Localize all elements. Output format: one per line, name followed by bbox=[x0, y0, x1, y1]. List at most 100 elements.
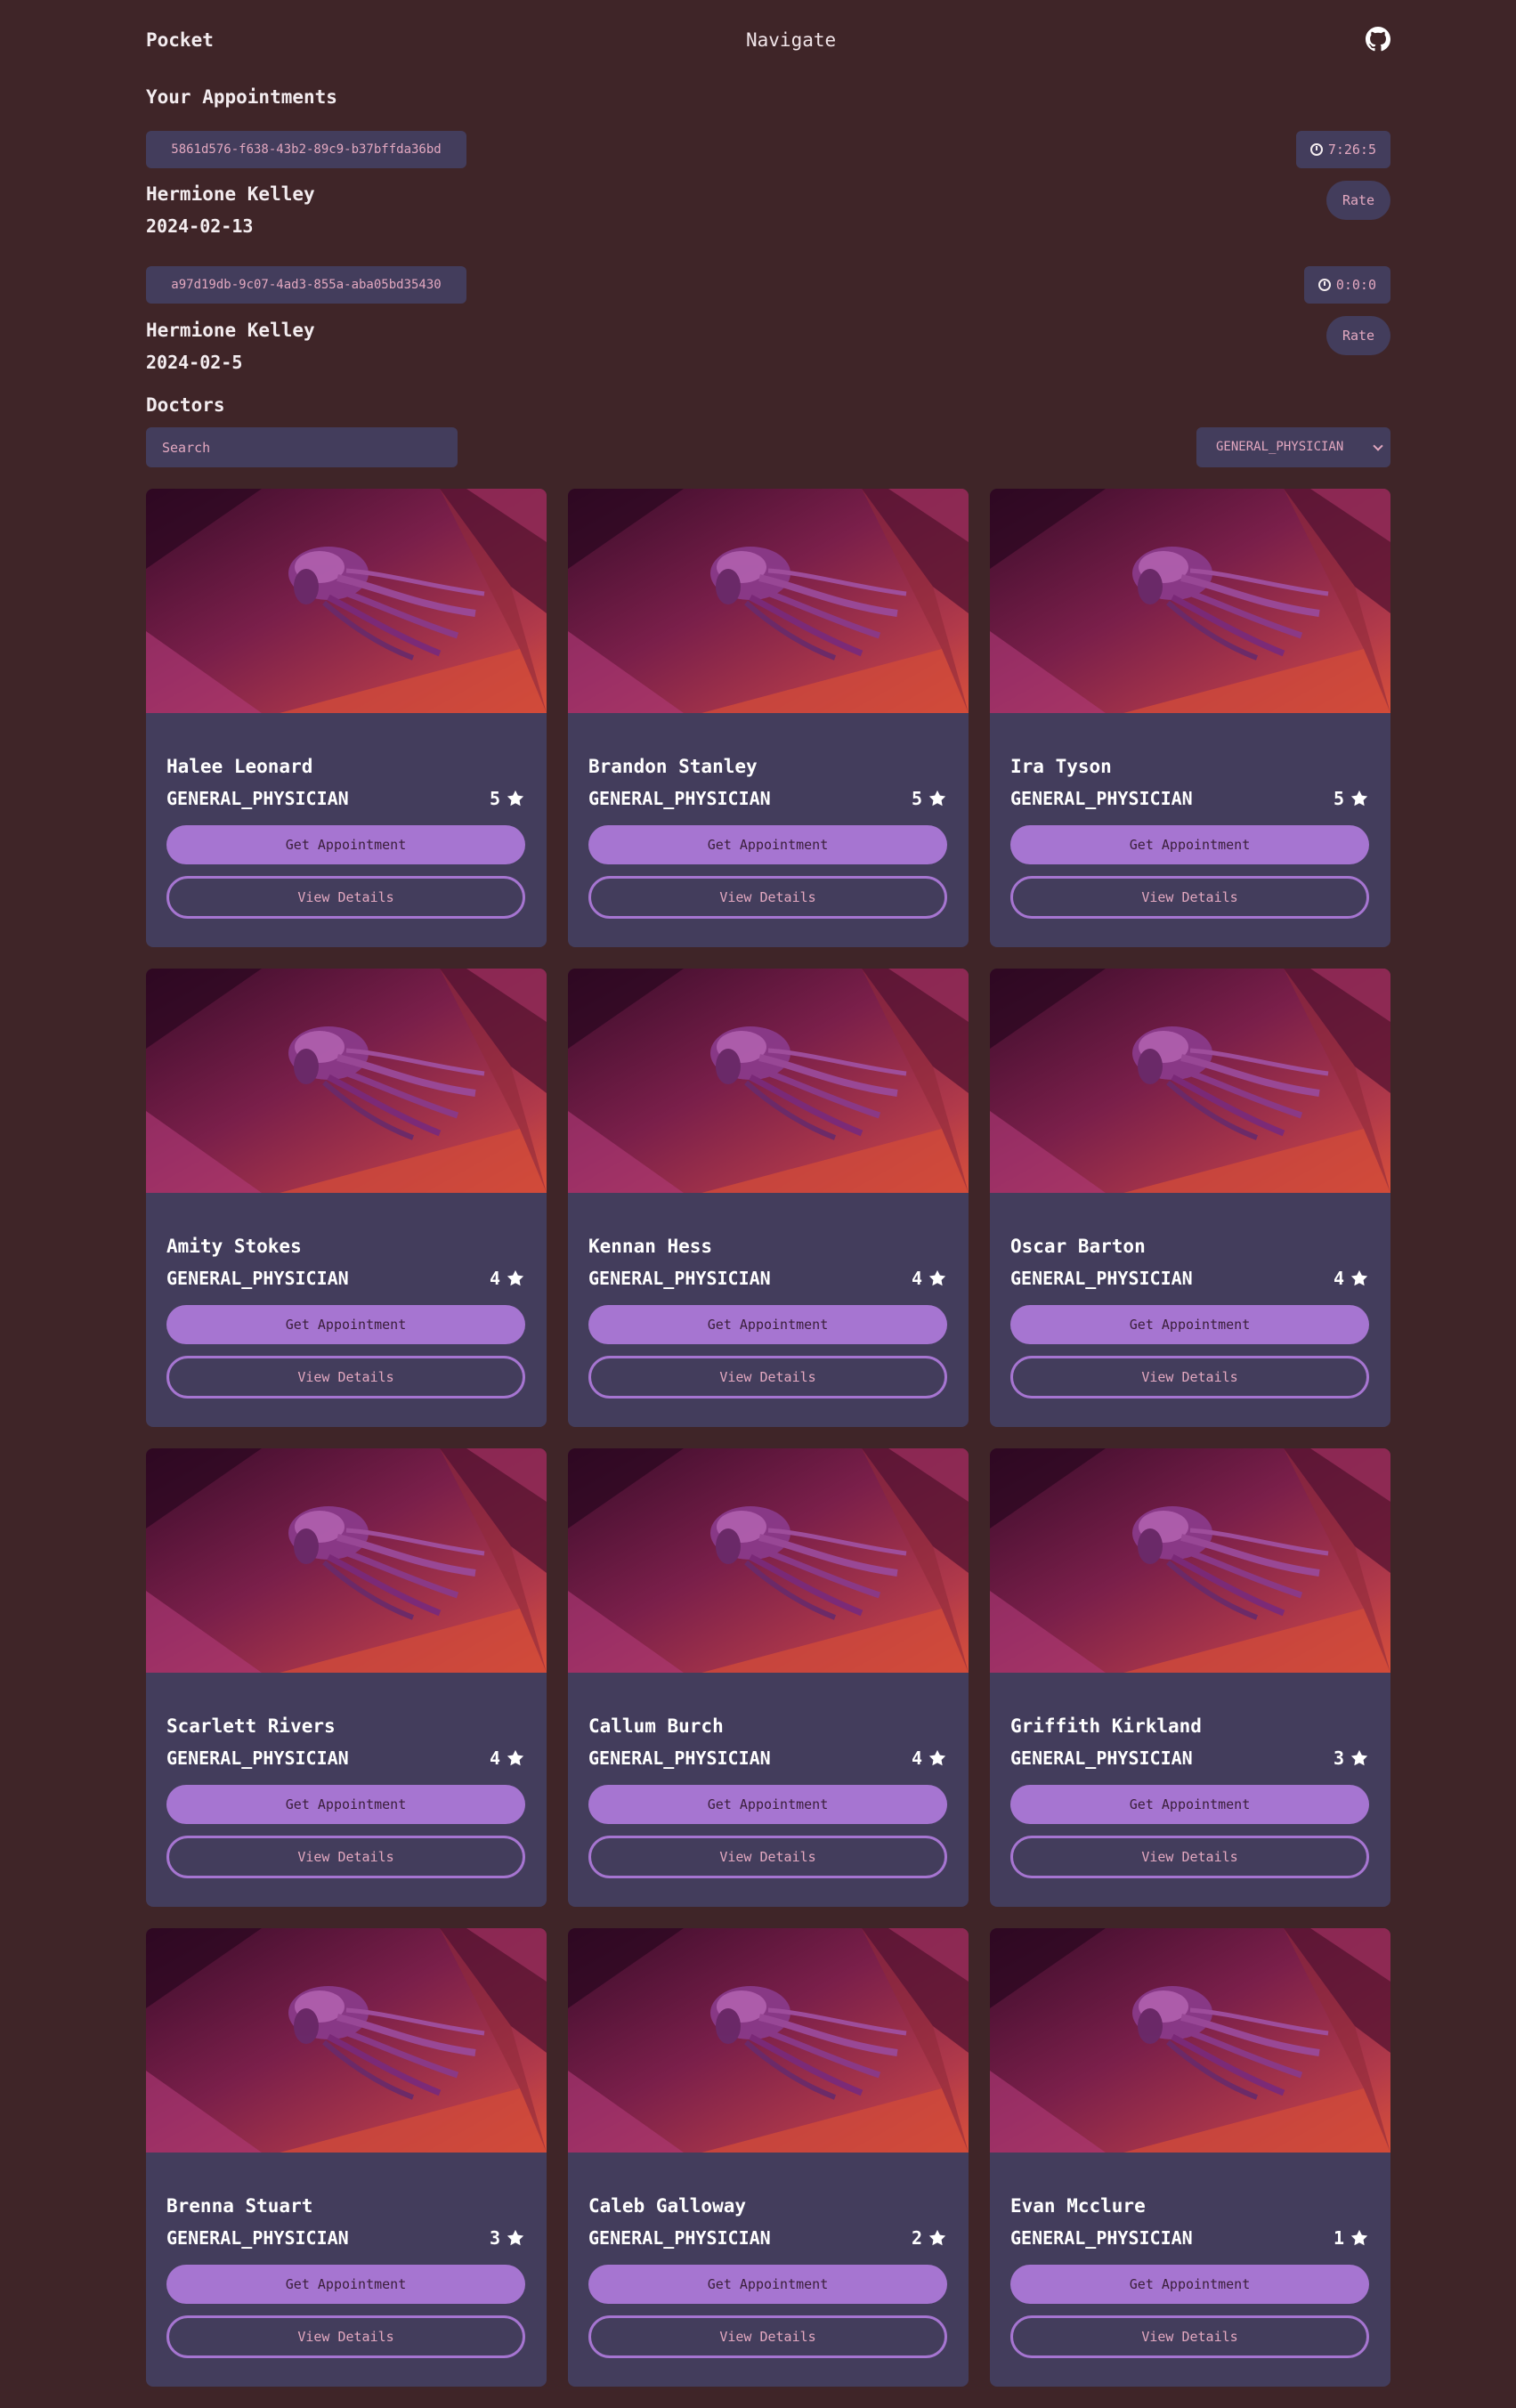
jellyfish-wallpaper bbox=[146, 489, 547, 713]
get-appointment-button[interactable]: Get Appointment bbox=[588, 825, 947, 864]
navbar: Pocket Navigate bbox=[146, 27, 1390, 53]
get-appointment-button[interactable]: Get Appointment bbox=[166, 1305, 525, 1344]
doctor-specialty: GENERAL_PHYSICIAN bbox=[588, 1268, 771, 1289]
star-icon bbox=[1350, 790, 1368, 807]
chevron-down-icon bbox=[1373, 441, 1383, 451]
doctor-card: Oscar Barton GENERAL_PHYSICIAN 4 Get App… bbox=[990, 969, 1390, 1427]
view-details-button[interactable]: View Details bbox=[1010, 2315, 1369, 2358]
doctor-name: Griffith Kirkland bbox=[1010, 1715, 1202, 1737]
jellyfish-wallpaper bbox=[990, 1928, 1390, 2153]
view-details-button[interactable]: View Details bbox=[166, 1836, 525, 1878]
specialty-select-value: GENERAL_PHYSICIAN bbox=[1216, 440, 1344, 454]
doctor-rating: 5 bbox=[912, 788, 947, 809]
get-appointment-button[interactable]: Get Appointment bbox=[166, 1785, 525, 1824]
jellyfish-wallpaper bbox=[990, 489, 1390, 713]
appointment-doctor-name: Hermione Kelley bbox=[146, 183, 315, 205]
doctor-specialty: GENERAL_PHYSICIAN bbox=[166, 1747, 349, 1769]
doctor-card: Kennan Hess GENERAL_PHYSICIAN 4 Get Appo… bbox=[568, 969, 969, 1427]
appointments-title: Your Appointments bbox=[146, 86, 337, 108]
doctor-name: Scarlett Rivers bbox=[166, 1715, 336, 1737]
doctor-rating: 4 bbox=[1334, 1268, 1369, 1289]
view-details-button[interactable]: View Details bbox=[166, 876, 525, 919]
doctor-specialty: GENERAL_PHYSICIAN bbox=[166, 788, 349, 809]
get-appointment-button[interactable]: Get Appointment bbox=[1010, 825, 1369, 864]
view-details-button[interactable]: View Details bbox=[1010, 1836, 1369, 1878]
doctor-specialty: GENERAL_PHYSICIAN bbox=[1010, 2227, 1193, 2249]
jellyfish-wallpaper bbox=[568, 1448, 969, 1673]
doctors-title: Doctors bbox=[146, 394, 225, 416]
get-appointment-button[interactable]: Get Appointment bbox=[166, 2265, 525, 2304]
doctor-rating-value: 5 bbox=[911, 788, 922, 809]
star-icon bbox=[928, 2229, 946, 2246]
doctor-name: Oscar Barton bbox=[1010, 1236, 1146, 1257]
doctor-name: Ira Tyson bbox=[1010, 756, 1112, 777]
star-icon bbox=[1350, 2229, 1368, 2246]
view-details-button[interactable]: View Details bbox=[166, 2315, 525, 2358]
get-appointment-button[interactable]: Get Appointment bbox=[588, 1305, 947, 1344]
view-details-button[interactable]: View Details bbox=[1010, 1356, 1369, 1399]
appointment-date: 2024-02-5 bbox=[146, 352, 243, 373]
doctor-rating: 5 bbox=[490, 788, 525, 809]
rate-button[interactable]: Rate bbox=[1326, 316, 1390, 355]
doctor-rating: 1 bbox=[1334, 2227, 1369, 2249]
doctor-card: Brandon Stanley GENERAL_PHYSICIAN 5 Get … bbox=[568, 489, 969, 947]
doctor-name: Brandon Stanley bbox=[588, 756, 758, 777]
get-appointment-button[interactable]: Get Appointment bbox=[166, 825, 525, 864]
clock-icon bbox=[1309, 143, 1323, 156]
doctor-rating-value: 4 bbox=[489, 1747, 500, 1769]
doctor-specialty: GENERAL_PHYSICIAN bbox=[588, 2227, 771, 2249]
doctor-card: Evan Mcclure GENERAL_PHYSICIAN 1 Get App… bbox=[990, 1928, 1390, 2387]
star-icon bbox=[928, 1749, 946, 1766]
view-details-button[interactable]: View Details bbox=[588, 1356, 947, 1399]
doctor-specialty: GENERAL_PHYSICIAN bbox=[1010, 788, 1193, 809]
jellyfish-wallpaper bbox=[990, 969, 1390, 1193]
appointment-id-badge: 5861d576-f638-43b2-89c9-b37bffda36bd bbox=[146, 131, 466, 168]
jellyfish-wallpaper bbox=[146, 1448, 547, 1673]
doctor-card: Scarlett Rivers GENERAL_PHYSICIAN 4 Get … bbox=[146, 1448, 547, 1907]
appointment-doctor-name: Hermione Kelley bbox=[146, 320, 315, 341]
jellyfish-wallpaper bbox=[568, 1928, 969, 2153]
doctor-name: Caleb Galloway bbox=[588, 2195, 747, 2217]
view-details-button[interactable]: View Details bbox=[1010, 876, 1369, 919]
view-details-button[interactable]: View Details bbox=[588, 1836, 947, 1878]
doctor-rating-value: 4 bbox=[911, 1268, 922, 1289]
doctor-specialty: GENERAL_PHYSICIAN bbox=[1010, 1268, 1193, 1289]
navigate-menu[interactable]: Navigate bbox=[746, 27, 836, 53]
doctor-rating-value: 4 bbox=[1333, 1268, 1344, 1289]
doctor-rating-value: 4 bbox=[489, 1268, 500, 1289]
search-input[interactable] bbox=[146, 427, 458, 467]
get-appointment-button[interactable]: Get Appointment bbox=[1010, 1785, 1369, 1824]
star-icon bbox=[507, 1749, 524, 1766]
star-icon bbox=[507, 1269, 524, 1286]
get-appointment-button[interactable]: Get Appointment bbox=[588, 1785, 947, 1824]
doctor-specialty: GENERAL_PHYSICIAN bbox=[166, 2227, 349, 2249]
specialty-select[interactable]: GENERAL_PHYSICIAN bbox=[1196, 427, 1390, 467]
jellyfish-wallpaper bbox=[146, 1928, 547, 2153]
doctor-specialty: GENERAL_PHYSICIAN bbox=[588, 788, 771, 809]
doctor-rating: 4 bbox=[490, 1268, 525, 1289]
appointment-date: 2024-02-13 bbox=[146, 215, 254, 237]
doctor-specialty: GENERAL_PHYSICIAN bbox=[588, 1747, 771, 1769]
doctor-card: Callum Burch GENERAL_PHYSICIAN 4 Get App… bbox=[568, 1448, 969, 1907]
star-icon bbox=[928, 1269, 946, 1286]
doctor-card: Caleb Galloway GENERAL_PHYSICIAN 2 Get A… bbox=[568, 1928, 969, 2387]
doctor-name: Brenna Stuart bbox=[166, 2195, 313, 2217]
appointment-timer-value: 7:26:5 bbox=[1327, 142, 1376, 158]
github-icon[interactable] bbox=[1366, 27, 1390, 52]
rate-button[interactable]: Rate bbox=[1326, 181, 1390, 220]
star-icon bbox=[1350, 1749, 1368, 1766]
get-appointment-button[interactable]: Get Appointment bbox=[588, 2265, 947, 2304]
doctor-rating: 3 bbox=[490, 2227, 525, 2249]
brand-logo-text[interactable]: Pocket bbox=[146, 27, 214, 53]
doctor-name: Amity Stokes bbox=[166, 1236, 302, 1257]
page: Pocket Navigate Your Appointments 5861d5… bbox=[0, 0, 1516, 2408]
doctor-name: Evan Mcclure bbox=[1010, 2195, 1146, 2217]
doctor-name: Halee Leonard bbox=[166, 756, 313, 777]
get-appointment-button[interactable]: Get Appointment bbox=[1010, 1305, 1369, 1344]
star-icon bbox=[928, 790, 946, 807]
view-details-button[interactable]: View Details bbox=[588, 2315, 947, 2358]
view-details-button[interactable]: View Details bbox=[166, 1356, 525, 1399]
view-details-button[interactable]: View Details bbox=[588, 876, 947, 919]
get-appointment-button[interactable]: Get Appointment bbox=[1010, 2265, 1369, 2304]
clock-icon bbox=[1317, 279, 1331, 291]
